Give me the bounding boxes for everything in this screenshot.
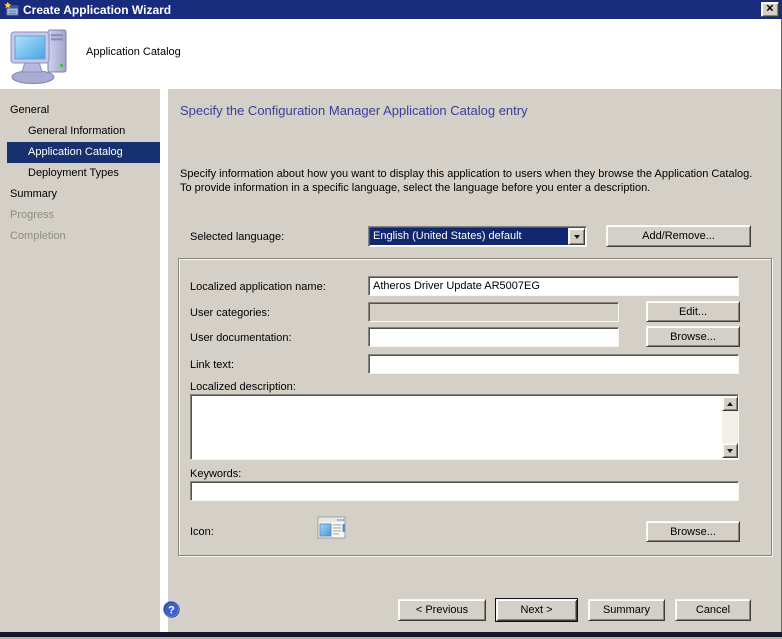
close-button[interactable]: ✕ — [761, 2, 779, 17]
window-title: Create Application Wizard — [23, 3, 761, 17]
sidebar-item-application-catalog[interactable]: Application Catalog — [7, 142, 160, 163]
cancel-button[interactable]: Cancel — [675, 599, 751, 621]
create-application-wizard-window: Create Application Wizard ✕ Appl — [0, 0, 782, 639]
help-icon[interactable]: ? — [163, 601, 180, 618]
description-scrollbar[interactable] — [722, 396, 738, 458]
wizard-header: Application Catalog — [0, 19, 782, 89]
description-textarea[interactable] — [190, 394, 739, 460]
description-text-area-input[interactable] — [192, 396, 721, 458]
wizard-page-group-title: Application Catalog — [86, 46, 181, 58]
wizard-icon — [4, 2, 19, 17]
user-documentation-input[interactable] — [368, 327, 619, 347]
close-icon: ✕ — [766, 4, 774, 14]
intro-text: Specify information about how you want t… — [180, 167, 752, 195]
page-title: Specify the Configuration Manager Applic… — [180, 103, 528, 118]
icon-label: Icon: — [190, 526, 214, 538]
app-name-input[interactable] — [368, 276, 739, 296]
computer-icon — [8, 27, 72, 85]
sidebar-item-general[interactable]: General — [0, 100, 160, 121]
sidebar-item-deployment-types[interactable]: Deployment Types — [0, 163, 160, 184]
scroll-down-button[interactable] — [722, 443, 738, 458]
titlebar: Create Application Wizard ✕ — [0, 0, 782, 19]
user-categories-label: User categories: — [190, 307, 270, 319]
language-combobox[interactable]: English (United States) default — [368, 226, 587, 247]
intro-line-1: Specify information about how you want t… — [180, 167, 752, 181]
intro-line-2: To provide information in a specific lan… — [180, 181, 752, 195]
user-documentation-label: User documentation: — [190, 332, 292, 344]
sidebar-item-summary[interactable]: Summary — [0, 184, 160, 205]
scroll-up-button[interactable] — [722, 396, 738, 411]
next-button[interactable]: Next > — [495, 598, 578, 622]
edit-categories-button[interactable]: Edit... — [646, 301, 740, 322]
arrow-up-icon — [727, 402, 733, 406]
language-dropdown-button[interactable] — [568, 228, 585, 245]
application-icon-preview — [317, 514, 347, 541]
keywords-input[interactable] — [190, 481, 739, 501]
language-selected-value: English (United States) default — [370, 228, 568, 245]
link-text-input[interactable] — [368, 354, 739, 374]
window-bottom-border — [0, 632, 782, 639]
sidebar-item-progress: Progress — [0, 205, 160, 226]
chevron-down-icon — [574, 235, 580, 239]
link-text-label: Link text: — [190, 359, 234, 371]
app-name-label: Localized application name: — [190, 281, 326, 293]
sidebar-item-general-information[interactable]: General Information — [0, 121, 160, 142]
arrow-down-icon — [727, 449, 733, 453]
browse-icon-button[interactable]: Browse... — [646, 521, 740, 542]
wizard-nav-sidebar: General General Information Application … — [0, 89, 160, 632]
description-label: Localized description: — [190, 381, 296, 393]
selected-language-label: Selected language: — [190, 231, 284, 243]
add-remove-button[interactable]: Add/Remove... — [606, 225, 751, 247]
summary-button[interactable]: Summary — [588, 599, 665, 621]
sidebar-item-completion: Completion — [0, 226, 160, 247]
keywords-label: Keywords: — [190, 468, 241, 480]
browse-documentation-button[interactable]: Browse... — [646, 326, 740, 347]
previous-button[interactable]: < Previous — [398, 599, 486, 621]
user-categories-input — [368, 302, 619, 322]
svg-text:?: ? — [168, 604, 175, 616]
